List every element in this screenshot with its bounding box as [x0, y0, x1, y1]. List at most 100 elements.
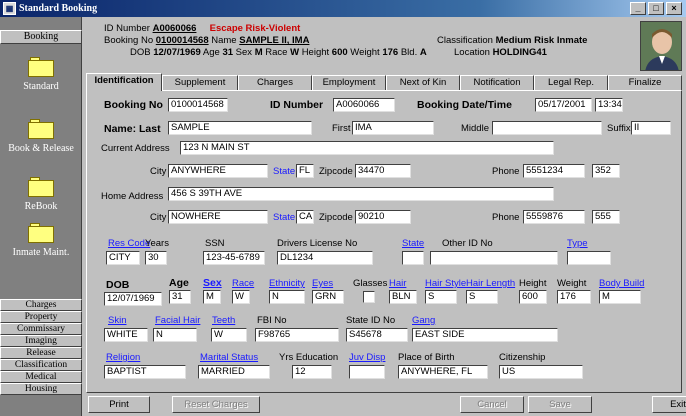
sidebar-button-housing[interactable]: Housing [0, 383, 82, 395]
skin-field[interactable]: WHITE [104, 328, 148, 342]
zipcode-field[interactable]: 34470 [355, 164, 411, 178]
tab-identification[interactable]: Identification [86, 73, 162, 91]
reset-charges-button[interactable]: Reset Charges [172, 396, 260, 413]
state-id-field[interactable]: S45678 [346, 328, 408, 342]
print-button[interactable]: Print [88, 396, 150, 413]
place-of-birth-field[interactable]: ANYWHERE, FL [398, 365, 488, 379]
cancel-button[interactable]: Cancel [460, 396, 524, 413]
sidebar-button-medical[interactable]: Medical [0, 371, 82, 383]
city-field[interactable]: ANYWHERE [168, 164, 268, 178]
fbi-no-field[interactable]: F98765 [255, 328, 339, 342]
exit-button[interactable]: Exit [652, 396, 686, 413]
marital-status-field[interactable]: MARRIED [198, 365, 270, 379]
tab-charges[interactable]: Charges [238, 75, 312, 90]
age-field[interactable]: 31 [169, 290, 191, 304]
type-label[interactable]: Type [567, 238, 588, 249]
religion-field[interactable]: BAPTIST [104, 365, 186, 379]
save-button[interactable]: Save [528, 396, 592, 413]
eyes-field[interactable]: GRN [312, 290, 344, 304]
years-field[interactable]: 30 [145, 251, 167, 265]
booking-date-field[interactable]: 05/17/2001 [535, 98, 592, 112]
gang-field[interactable]: EAST SIDE [412, 328, 558, 342]
tab-legal-rep[interactable]: Legal Rep. [534, 75, 608, 90]
other-id-field[interactable] [430, 251, 558, 265]
skin-label[interactable]: Skin [108, 315, 126, 326]
first-name-field[interactable]: IMA [352, 121, 434, 135]
sidebar-item-book-release[interactable]: Book & Release [0, 119, 82, 154]
home-phone-field[interactable]: 5559876 [523, 210, 585, 224]
tab-next-of-kin[interactable]: Next of Kin [386, 75, 460, 90]
teeth-field[interactable]: W [211, 328, 247, 342]
res-code-label[interactable]: Res Code [108, 238, 150, 249]
sidebar-item-standard[interactable]: Standard [0, 57, 82, 92]
hair-field[interactable]: BLN [389, 290, 417, 304]
home-zipcode-field[interactable]: 90210 [355, 210, 411, 224]
sidebar-button-property[interactable]: Property [0, 311, 82, 323]
dob-field[interactable]: 12/07/1969 [104, 292, 162, 306]
marital-status-label[interactable]: Marital Status [200, 352, 258, 363]
sidebar-button-commissary[interactable]: Commissary [0, 323, 82, 335]
ethnicity-label[interactable]: Ethnicity [269, 278, 305, 289]
home-phone-area-field[interactable]: 555 [592, 210, 620, 224]
home-state-field[interactable]: CA [296, 210, 314, 224]
id-number-field[interactable]: A0060066 [333, 98, 395, 112]
race-field[interactable]: W [232, 290, 250, 304]
last-name-field[interactable]: SAMPLE [168, 121, 312, 135]
yrs-education-field[interactable]: 12 [292, 365, 332, 379]
juv-disp-field[interactable] [349, 365, 385, 379]
tab-supplement[interactable]: Supplement [162, 75, 238, 90]
sidebar-button-charges[interactable]: Charges [0, 299, 82, 311]
res-code-field[interactable]: CITY [106, 251, 140, 265]
hair-style-label[interactable]: Hair Style [425, 278, 466, 289]
sidebar-tab-booking[interactable]: Booking [0, 30, 82, 44]
sidebar-item-inmate-maint[interactable]: Inmate Maint. [0, 223, 82, 258]
dl-state-field[interactable] [402, 251, 424, 265]
booking-time-field[interactable]: 13:34 [595, 98, 623, 112]
citizenship-field[interactable]: US [499, 365, 583, 379]
facial-hair-field[interactable]: N [153, 328, 197, 342]
glasses-checkbox[interactable] [363, 291, 375, 303]
state-field[interactable]: FL [296, 164, 314, 178]
body-build-field[interactable]: M [599, 290, 641, 304]
height-field[interactable]: 600 [519, 290, 547, 304]
ethnicity-field[interactable]: N [269, 290, 305, 304]
hair-label[interactable]: Hair [389, 278, 406, 289]
tab-notification[interactable]: Notification [460, 75, 534, 90]
middle-name-field[interactable] [492, 121, 602, 135]
hair-length-label[interactable]: Hair Length [466, 278, 515, 289]
tab-employment[interactable]: Employment [312, 75, 386, 90]
sex-label[interactable]: Sex [203, 277, 222, 289]
eyes-label[interactable]: Eyes [312, 278, 333, 289]
minimize-button[interactable]: _ [630, 2, 646, 15]
sidebar-button-imaging[interactable]: Imaging [0, 335, 82, 347]
hair-length-field[interactable]: S [466, 290, 498, 304]
teeth-label[interactable]: Teeth [212, 315, 235, 326]
weight-field[interactable]: 176 [557, 290, 591, 304]
facial-hair-label[interactable]: Facial Hair [155, 315, 200, 326]
sidebar-item-rebook[interactable]: ReBook [0, 177, 82, 212]
phone-field[interactable]: 5551234 [523, 164, 585, 178]
home-address-field[interactable]: 456 S 39TH AVE [168, 187, 554, 201]
sidebar-button-release[interactable]: Release [0, 347, 82, 359]
home-city-field[interactable]: NOWHERE [168, 210, 268, 224]
classification-value: Medium Risk Inmate [495, 35, 588, 46]
phone-area-field[interactable]: 352 [592, 164, 620, 178]
booking-no-field[interactable]: 0100014568 [168, 98, 228, 112]
suffix-field[interactable]: II [631, 121, 671, 135]
close-button[interactable]: × [666, 2, 682, 15]
gang-label[interactable]: Gang [412, 315, 435, 326]
maximize-button[interactable]: □ [648, 2, 664, 15]
drivers-license-field[interactable]: DL1234 [277, 251, 373, 265]
race-label[interactable]: Race [232, 278, 254, 289]
religion-label[interactable]: Religion [106, 352, 140, 363]
hair-style-field[interactable]: S [425, 290, 457, 304]
ssn-field[interactable]: 123-45-6789 [203, 251, 265, 265]
dl-state-label[interactable]: State [402, 238, 424, 249]
current-address-field[interactable]: 123 N MAIN ST [180, 141, 554, 155]
type-field[interactable] [567, 251, 611, 265]
tab-finalize[interactable]: Finalize [608, 75, 682, 90]
sidebar-button-classification[interactable]: Classification [0, 359, 82, 371]
sex-field[interactable]: M [203, 290, 221, 304]
juv-disp-label[interactable]: Juv Disp [349, 352, 385, 363]
body-build-label[interactable]: Body Build [599, 278, 644, 289]
